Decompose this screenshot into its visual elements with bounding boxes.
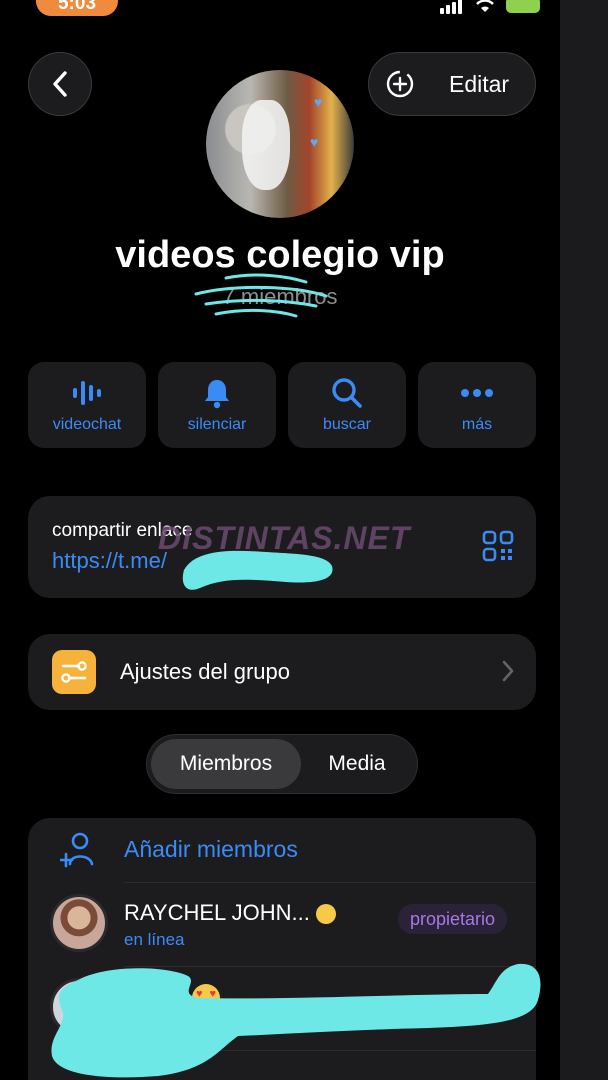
members-card: Añadir miembros RAYCHEL JOHN... en línea…	[28, 818, 536, 1080]
chevron-right-icon	[502, 660, 514, 682]
member-count: 7 miembros	[222, 284, 338, 309]
mute-label: silenciar	[187, 416, 247, 433]
more-icon	[461, 389, 493, 397]
watermark: DISTINTAS.NET	[158, 520, 411, 556]
emoji-icon	[315, 904, 336, 925]
wifi-icon	[476, 0, 494, 12]
add-story-icon	[386, 70, 414, 98]
group-settings-label: Ajustes del grupo	[120, 659, 290, 684]
action-buttons: videochat silenciar buscar más	[28, 362, 536, 448]
background-strip	[560, 0, 608, 1080]
member-status: en línea	[124, 930, 185, 949]
add-members-label: Añadir miembros	[124, 836, 298, 862]
group-settings-row[interactable]: Ajustes del grupo	[28, 634, 536, 710]
heart-icon: ♥	[314, 94, 323, 110]
status-icons	[440, 0, 540, 14]
heart-icon: ♥	[310, 134, 319, 150]
search-button[interactable]: buscar	[288, 362, 406, 448]
settings-sliders-icon	[52, 650, 96, 694]
share-link-url[interactable]: https://t.me/	[52, 548, 167, 574]
avatar-figure	[242, 100, 290, 190]
chevron-left-icon	[53, 71, 67, 97]
battery-icon	[506, 0, 540, 13]
more-label: más	[461, 416, 493, 433]
divider	[124, 1050, 536, 1051]
videochat-button[interactable]: videochat	[28, 362, 146, 448]
phone-screen: 5:03 Editar ♥ ♥ videos colegio vip 7 mie…	[0, 0, 560, 1080]
tab-media[interactable]: Media	[301, 739, 413, 789]
add-members-row[interactable]: Añadir miembros	[28, 818, 536, 882]
more-button[interactable]: más	[418, 362, 536, 448]
qr-code-icon[interactable]	[482, 530, 514, 562]
group-avatar[interactable]: ♥ ♥	[206, 70, 354, 218]
status-time: 5:03	[36, 0, 118, 16]
member-row[interactable]	[28, 966, 536, 1050]
signal-icon	[440, 0, 464, 14]
tabs-segmented-control: Miembros Media	[146, 734, 418, 794]
mute-button[interactable]: silenciar	[158, 362, 276, 448]
tab-members[interactable]: Miembros	[151, 739, 301, 789]
owner-badge: propietario	[398, 904, 508, 934]
search-icon	[332, 378, 362, 408]
voice-chat-icon	[73, 381, 101, 405]
back-button[interactable]	[28, 52, 92, 116]
videochat-label: videochat	[52, 416, 122, 433]
search-label: buscar	[322, 416, 372, 433]
avatar	[50, 894, 108, 952]
group-name: videos colegio vip	[115, 234, 445, 276]
member-row[interactable]: RAYCHEL JOHN... en línea propietario	[28, 882, 536, 966]
avatar	[50, 978, 108, 1036]
edit-label: Editar	[449, 70, 510, 97]
edit-button[interactable]: Editar	[368, 52, 536, 116]
member-name: RAYCHEL JOHN...	[124, 900, 336, 926]
add-user-icon	[60, 832, 94, 868]
heart-eyes-emoji-icon	[192, 984, 220, 1012]
bell-icon	[205, 380, 229, 409]
